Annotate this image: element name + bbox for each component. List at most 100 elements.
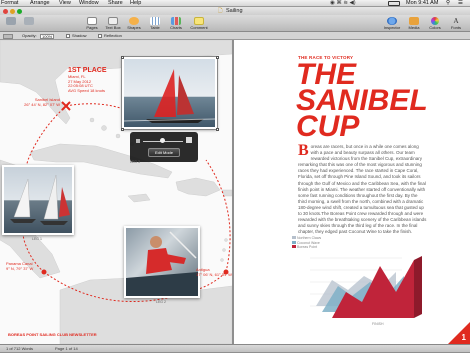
- textbox-label: Text Box: [105, 25, 121, 30]
- leg3-label: LEG 3: [130, 160, 140, 164]
- shapes-icon: [129, 17, 139, 25]
- view-button[interactable]: [3, 16, 19, 31]
- sailboat-photo: [123, 59, 216, 127]
- zoom-icon[interactable]: [17, 8, 22, 14]
- menu-view[interactable]: View: [59, 0, 71, 7]
- status-icons: ◉ ⌘ ≋ ◀): [330, 0, 356, 6]
- menu-clock[interactable]: Mon 9:41 AM: [406, 0, 438, 7]
- menu-bar: Format Arrange View Window Share Help ◉ …: [0, 0, 470, 7]
- opacity-label: Opacity:: [22, 33, 37, 38]
- table-label: Table: [150, 25, 160, 30]
- resize-handle-tl[interactable]: [121, 56, 124, 59]
- info-icon: [387, 17, 397, 25]
- menu-help[interactable]: Help: [130, 0, 141, 7]
- page-number: 1: [461, 333, 466, 342]
- inspector-button[interactable]: Inspector: [381, 16, 403, 31]
- media-button[interactable]: Media: [404, 16, 424, 31]
- left-page: 1ST PLACE Miami, FL 27 May 2012 22:05:08…: [0, 40, 232, 344]
- title-line-3: CUP: [296, 110, 360, 143]
- color-wheel-icon: [431, 17, 439, 25]
- photo-crew[interactable]: [124, 226, 200, 298]
- format-bar: Opacity: 100% Shadow Reflection: [0, 32, 470, 40]
- pages-button[interactable]: Pages: [82, 16, 102, 31]
- size-slider-knob[interactable]: [160, 138, 165, 143]
- article-title: THE SANIBEL CUP: [296, 60, 428, 143]
- pages-label: Pages: [86, 25, 98, 30]
- crew-photo: [126, 228, 198, 296]
- menu-share[interactable]: Share: [108, 0, 123, 7]
- first-place-line4: AVG Speed 18 knots: [68, 87, 106, 93]
- battery-icon: [388, 1, 400, 6]
- right-page: THE RACE TO VICTORY THE SANIBEL CUP B or…: [234, 40, 470, 344]
- inspector-label: Inspector: [383, 25, 401, 30]
- comment-label: Comment: [190, 25, 208, 30]
- photo-sailboat-top[interactable]: [121, 56, 218, 130]
- media-icon: [409, 17, 419, 25]
- sidebar-toggle-icon[interactable]: [3, 33, 13, 39]
- leg1-label: LEG 1: [32, 237, 42, 241]
- first-place-callout: 1ST PLACE Miami, FL 27 May 2012 22:05:08…: [68, 67, 123, 93]
- panama-coords: 9° N, 79° 37' W: [6, 265, 34, 271]
- area-chart[interactable]: Northern Claws Coconut Wave Boreas Point…: [292, 236, 442, 326]
- sailboats-photo: [4, 167, 72, 233]
- media-label: Media: [408, 25, 420, 30]
- opacity-field[interactable]: 100%: [40, 33, 54, 39]
- antigua-label: Antigua 17° 06' N, 61° 51' W: [196, 267, 232, 277]
- panama-label: Panama Canal 9° N, 79° 37' W: [6, 261, 34, 271]
- zoom-button[interactable]: [21, 16, 37, 31]
- textbox-icon: [108, 17, 118, 25]
- document-icon: 🗋: [218, 8, 223, 14]
- charts-label: Charts: [170, 25, 182, 30]
- menu-format[interactable]: Format: [1, 0, 18, 7]
- charts-button[interactable]: Charts: [166, 16, 186, 31]
- sanibel-label: Sanibel Island 26° 44' N, 82° 07' W: [14, 97, 60, 107]
- notification-icon[interactable]: ☰: [458, 0, 463, 7]
- chart-plot: [310, 256, 422, 318]
- dropcap: B: [298, 142, 309, 159]
- edit-mode-button[interactable]: Edit Mode: [148, 148, 180, 157]
- resize-handle-bl[interactable]: [121, 128, 124, 131]
- shapes-label: Shapes: [127, 25, 141, 30]
- resize-handle-tr[interactable]: [216, 56, 219, 59]
- colors-button[interactable]: Colors: [425, 16, 445, 31]
- reflection-label: Reflection: [104, 33, 122, 38]
- shapes-button[interactable]: Shapes: [124, 16, 144, 31]
- image-mask-hud: Edit Mode: [130, 132, 198, 162]
- fonts-label: Fonts: [450, 25, 461, 30]
- comment-button[interactable]: Comment: [187, 16, 211, 31]
- photo-sailboats-left[interactable]: [2, 165, 74, 235]
- chart-axis-label: FINISH: [372, 322, 384, 326]
- small-image-icon: [136, 139, 140, 143]
- large-image-icon: [186, 137, 192, 143]
- article-paragraph: oreas are racers, but once in a while on…: [298, 144, 464, 235]
- paragraph-line: chapter, they edged past Coconut Wine to…: [298, 229, 413, 235]
- pages-icon: [87, 17, 97, 25]
- shadow-checkbox[interactable]: [66, 34, 70, 38]
- menu-arrange[interactable]: Arrange: [30, 0, 50, 7]
- newsletter-footer: BOREAS POINT SAILING CLUB NEWSLETTER: [8, 332, 97, 337]
- fonts-icon: A: [453, 17, 459, 25]
- title-bar: 🗋 Sailing: [0, 7, 470, 15]
- comment-icon: [194, 17, 204, 25]
- charts-icon: [171, 17, 181, 25]
- status-bar: 1 of 712 Words Page 1 of 14: [0, 344, 470, 352]
- resize-handle-br[interactable]: [216, 128, 219, 131]
- minimize-icon[interactable]: [10, 8, 15, 14]
- article-body: B oreas are racers, but once in a while …: [298, 142, 464, 235]
- close-icon[interactable]: [3, 8, 8, 14]
- spotlight-icon[interactable]: ⚲: [446, 0, 450, 7]
- panama-marker[interactable]: [41, 269, 47, 275]
- antigua-coords: 17° 06' N, 61° 51' W: [196, 271, 232, 277]
- reflection-checkbox[interactable]: [98, 34, 102, 38]
- toolbar: Pages Text Box Shapes Table Charts Comme…: [0, 15, 470, 32]
- window-title: Sailing: [226, 8, 243, 14]
- sanibel-coords: 26° 44' N, 82° 07' W: [24, 101, 60, 107]
- shadow-label: Shadow: [72, 33, 87, 38]
- page-corner: [448, 322, 470, 344]
- table-button[interactable]: Table: [145, 16, 165, 31]
- fonts-button[interactable]: A Fonts: [446, 16, 466, 31]
- leg2-label: LEG 2: [156, 300, 166, 304]
- textbox-button[interactable]: Text Box: [103, 16, 123, 31]
- table-icon: [150, 17, 160, 25]
- menu-window[interactable]: Window: [79, 0, 99, 7]
